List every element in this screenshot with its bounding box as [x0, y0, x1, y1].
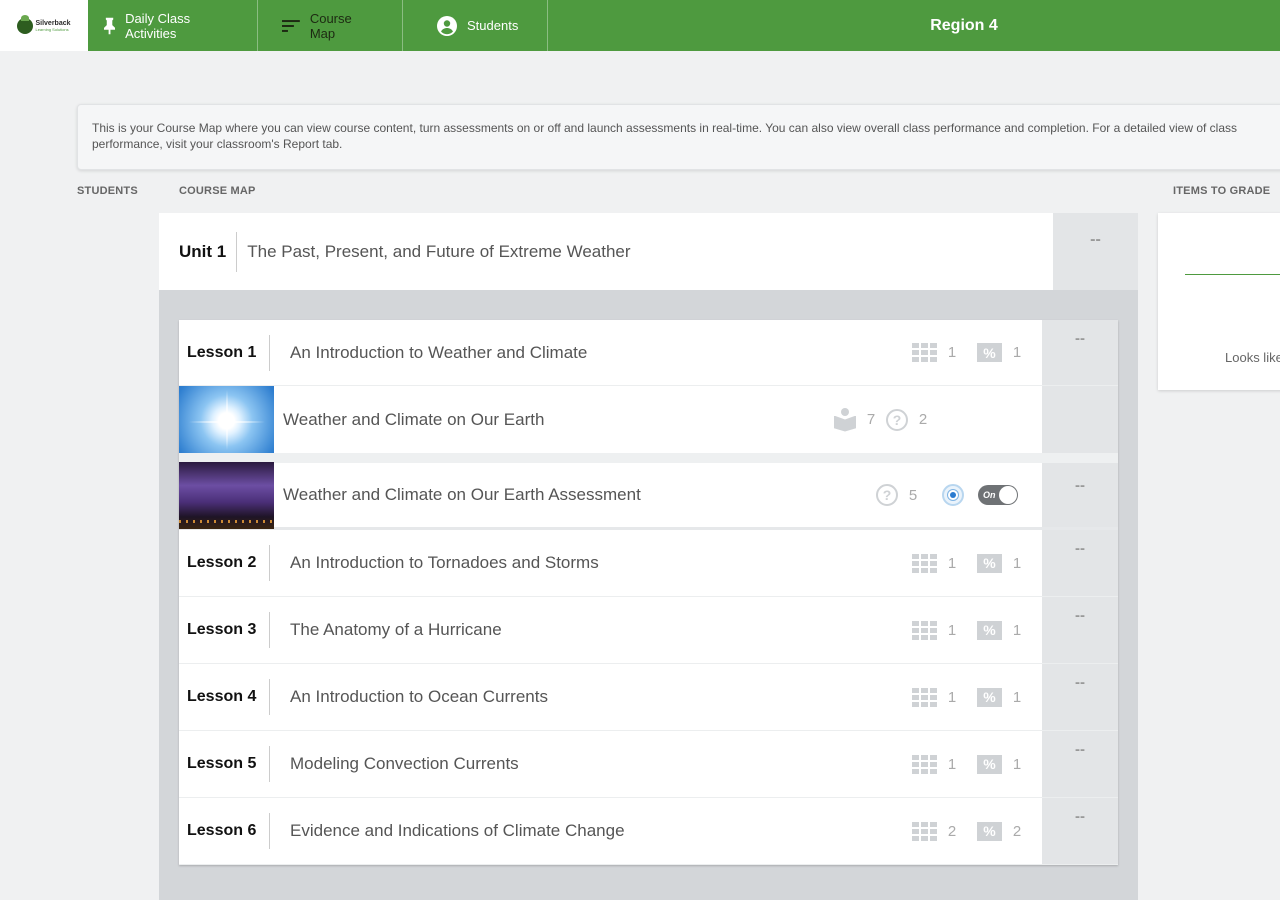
- lesson-row[interactable]: Lesson 1 An Introduction to Weather and …: [179, 320, 1118, 386]
- lesson-score: --: [1042, 530, 1118, 596]
- reading-count: 7: [866, 411, 876, 428]
- nav-students[interactable]: Students: [403, 0, 548, 51]
- lesson-metrics: 2 % 2: [912, 821, 1032, 841]
- unit-title: The Past, Present, and Future of Extreme…: [247, 241, 631, 261]
- lesson-metrics: 1 % 1: [912, 620, 1032, 640]
- items-to-grade-message: Looks like: [1225, 350, 1280, 365]
- activity-count: 1: [947, 621, 957, 639]
- activity-metrics: 7 ? 2: [834, 407, 938, 432]
- course-map-panel: Unit 1 The Past, Present, and Future of …: [159, 213, 1138, 900]
- percent-icon: %: [977, 553, 1002, 573]
- lesson-number: Lesson 4: [179, 679, 270, 715]
- lesson-row[interactable]: Lesson 5 Modeling Convection Currents 1 …: [179, 731, 1118, 798]
- lesson-score: --: [1042, 320, 1118, 385]
- lesson-score: --: [1042, 798, 1118, 864]
- grid-icon: [912, 620, 937, 640]
- row-divider: [179, 453, 1118, 463]
- question-count: 5: [908, 486, 918, 504]
- lesson-score: --: [1042, 597, 1118, 663]
- items-to-grade-panel: Looks like: [1158, 213, 1280, 390]
- grid-icon: [912, 687, 937, 707]
- logo-text: Silverback: [35, 19, 71, 27]
- lesson-row[interactable]: Lesson 4 An Introduction to Ocean Curren…: [179, 664, 1118, 731]
- activity-title: Weather and Climate on Our Earth: [283, 409, 545, 429]
- assessment-count: 2: [1012, 822, 1022, 840]
- lesson-metrics: 1 % 1: [912, 754, 1032, 774]
- assessment-score: --: [1042, 463, 1118, 527]
- logo-mark-icon: [17, 14, 34, 34]
- nav-course-map[interactable]: Course Map: [258, 0, 403, 51]
- lesson-row[interactable]: Lesson 2 An Introduction to Tornadoes an…: [179, 530, 1118, 597]
- sun-thumbnail: [179, 386, 274, 453]
- reading-icon: [834, 407, 856, 432]
- grid-icon: [912, 343, 937, 362]
- assessment-count: 1: [1012, 755, 1022, 773]
- lesson-number: Lesson 6: [179, 813, 270, 849]
- percent-icon: %: [977, 620, 1002, 640]
- grid-icon: [912, 553, 937, 573]
- sort-lines-icon: [282, 19, 300, 32]
- lesson-metrics: 1 % 1: [912, 687, 1032, 707]
- class-title-text: Region 4: [930, 16, 998, 34]
- activity-count: 1: [947, 344, 957, 361]
- percent-icon: %: [977, 687, 1002, 707]
- grid-icon: [912, 754, 937, 774]
- nav-course-map-label: Course Map: [309, 10, 352, 41]
- lesson-score: --: [1042, 664, 1118, 730]
- students-column-label: STUDENTS: [77, 185, 138, 197]
- grid-icon: [912, 821, 937, 841]
- toggle-label: On: [983, 490, 996, 500]
- assessment-count: 1: [1012, 621, 1022, 639]
- unit-header[interactable]: Unit 1 The Past, Present, and Future of …: [159, 213, 1053, 290]
- lesson-row[interactable]: Lesson 6 Evidence and Indications of Cli…: [179, 798, 1118, 865]
- assessment-count: 1: [1012, 688, 1022, 706]
- activity-count: 2: [947, 822, 957, 840]
- lightning-thumbnail: [179, 461, 274, 529]
- activity-score: [1042, 386, 1118, 453]
- assessment-metrics: ? 5 On: [876, 484, 1018, 506]
- lesson-number: Lesson 2: [179, 545, 270, 581]
- top-navbar: Silverback Learning Solutions Daily Clas…: [0, 0, 1280, 51]
- assessment-count: 1: [1012, 344, 1022, 361]
- question-icon: ?: [876, 484, 898, 506]
- logo-subtext: Learning Solutions: [35, 26, 69, 32]
- launch-target-icon[interactable]: [942, 484, 964, 506]
- percent-icon: %: [977, 754, 1002, 774]
- nav-daily-class-activities[interactable]: Daily Class Activities: [88, 0, 258, 51]
- nav-students-label: Students: [467, 18, 519, 33]
- unit-score: --: [1053, 213, 1138, 290]
- lesson-metrics: 1 % 1: [912, 553, 1032, 573]
- course-map-column-label: COURSE MAP: [179, 185, 256, 197]
- question-count: 2: [918, 411, 928, 428]
- assessment-toggle[interactable]: On: [978, 485, 1018, 505]
- silverback-logo: Silverback Learning Solutions: [17, 14, 71, 34]
- toggle-knob: [999, 486, 1017, 504]
- pin-icon: [104, 17, 116, 34]
- items-to-grade-label: ITEMS TO GRADE: [1173, 185, 1271, 197]
- activity-row[interactable]: Weather and Climate on Our Earth 7 ? 2: [179, 386, 1118, 453]
- lesson-list: Lesson 1 An Introduction to Weather and …: [179, 320, 1118, 865]
- logo[interactable]: Silverback Learning Solutions: [0, 0, 88, 51]
- lesson-number: Lesson 3: [179, 612, 270, 648]
- assessment-row[interactable]: Weather and Climate on Our Earth Assessm…: [179, 461, 1118, 530]
- unit-number: Unit 1: [159, 231, 238, 272]
- lesson-metrics: 1 % 1: [912, 343, 1032, 362]
- lesson-number: Lesson 1: [179, 334, 270, 371]
- course-map-info-box: This is your Course Map where you can vi…: [77, 104, 1280, 170]
- lesson-score: --: [1042, 731, 1118, 797]
- activity-count: 1: [947, 688, 957, 706]
- lesson-number: Lesson 5: [179, 746, 270, 782]
- class-title: Region 4: [548, 0, 1280, 51]
- percent-icon: %: [977, 343, 1002, 362]
- activity-count: 1: [947, 755, 957, 773]
- account-circle-icon: [437, 15, 457, 36]
- grade-divider: [1185, 274, 1280, 275]
- percent-icon: %: [977, 821, 1002, 841]
- assessment-count: 1: [1012, 554, 1022, 572]
- question-icon: ?: [886, 408, 908, 431]
- lesson-row[interactable]: Lesson 3 The Anatomy of a Hurricane 1 % …: [179, 597, 1118, 664]
- nav-daily-label: Daily Class Activities: [125, 10, 191, 41]
- activity-count: 1: [947, 554, 957, 572]
